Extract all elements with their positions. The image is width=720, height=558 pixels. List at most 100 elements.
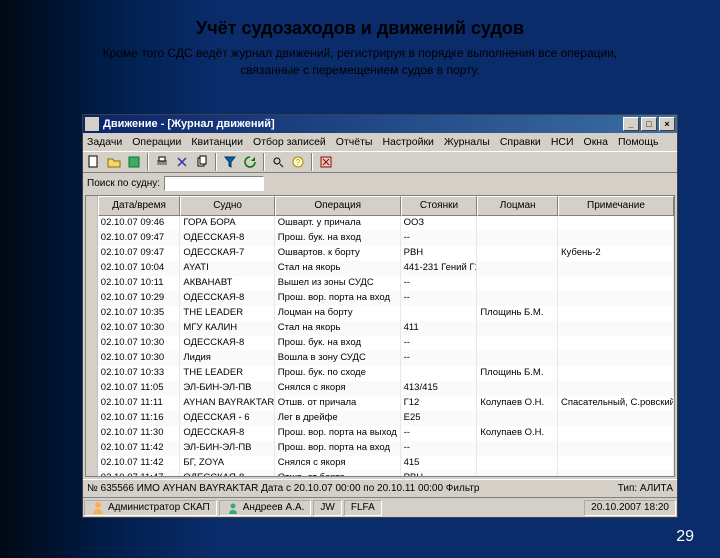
cell: 02.10.07 09:47 (98, 231, 181, 246)
col-note[interactable]: Примечание (558, 196, 674, 216)
table-row[interactable]: 02.10.07 09:47ОДЕССКАЯ-8Прош. бук. на вх… (86, 231, 674, 246)
col-berth[interactable]: Стоянки (401, 196, 478, 216)
cell: Лоцман на борту (275, 306, 401, 321)
cell: РВН (401, 246, 478, 261)
tool-new-icon[interactable] (85, 153, 103, 171)
table-row[interactable]: 02.10.07 11:42БГ, ZOYAСнялся с якоря415 (86, 456, 674, 471)
status-datetime: 20.10.2007 18:20 (584, 500, 676, 516)
table-row[interactable]: 02.10.07 11:05ЭЛ-БИН-ЭЛ-ПВСнялся с якоря… (86, 381, 674, 396)
cell (558, 471, 674, 476)
status-lang: JW (313, 500, 341, 516)
cell: МГУ КАЛИН (180, 321, 274, 336)
cell: THE LEADER (180, 366, 274, 381)
cell (477, 351, 558, 366)
tool-refresh-icon[interactable] (241, 153, 259, 171)
row-marker (86, 441, 98, 456)
menu-5[interactable]: Настройки (382, 136, 434, 148)
tool-open-icon[interactable] (105, 153, 123, 171)
subtitle-line-2: связанные с перемещением судов в порту. (0, 62, 720, 79)
table-row[interactable]: 02.10.07 10:30ОДЕССКАЯ-8Прош. бук. на вх… (86, 336, 674, 351)
table-row[interactable]: 02.10.07 10:35THE LEADERЛоцман на бортуП… (86, 306, 674, 321)
menu-9[interactable]: Окна (584, 136, 608, 148)
menu-3[interactable]: Отбор записей (253, 136, 326, 148)
tool-filter-icon[interactable] (221, 153, 239, 171)
cell (477, 456, 558, 471)
row-marker-header (86, 196, 98, 216)
menu-2[interactable]: Квитанции (191, 136, 243, 148)
menu-10[interactable]: Помощь (618, 136, 659, 148)
menu-6[interactable]: Журналы (444, 136, 490, 148)
cell: Лидия (180, 351, 274, 366)
table-row[interactable]: 02.10.07 10:11АКВАНАВТВышел из зоны СУДС… (86, 276, 674, 291)
table-row[interactable]: 02.10.07 11:16ОДЕССКАЯ - 6Лег в дрейфеЕ2… (86, 411, 674, 426)
cell: 413/415 (401, 381, 478, 396)
titlebar: Движение - [Журнал движений] _ □ × (83, 115, 677, 133)
tool-exit-icon[interactable] (317, 153, 335, 171)
data-grid: Дата/время Судно Операция Стоянки Лоцман… (85, 195, 675, 477)
tool-save-icon[interactable] (125, 153, 143, 171)
cell (477, 216, 558, 231)
cell: THE LEADER (180, 306, 274, 321)
menu-4[interactable]: Отчёты (336, 136, 373, 148)
cell: Вышел из зоны СУДС (275, 276, 401, 291)
cell: -- (401, 291, 478, 306)
tool-help-icon[interactable]: ? (289, 153, 307, 171)
menu-8[interactable]: НСИ (551, 136, 574, 148)
minimize-button[interactable]: _ (623, 117, 639, 131)
cell (401, 306, 478, 321)
row-marker (86, 411, 98, 426)
col-vessel[interactable]: Судно (180, 196, 274, 216)
cell (477, 261, 558, 276)
table-row[interactable]: 02.10.07 09:47ОДЕССКАЯ-7Ошвартов. к борт… (86, 246, 674, 261)
row-marker (86, 396, 98, 411)
table-row[interactable]: 02.10.07 11:11AYHAN BAYRAKTARОтшв. от пр… (86, 396, 674, 411)
table-row[interactable]: 02.10.07 10:33THE LEADERПрош. бук. по сх… (86, 366, 674, 381)
col-pilot[interactable]: Лоцман (477, 196, 558, 216)
row-marker (86, 321, 98, 336)
search-input[interactable] (164, 176, 264, 191)
col-datetime[interactable]: Дата/время (98, 196, 181, 216)
close-button[interactable]: × (659, 117, 675, 131)
cell: 02.10.07 10:11 (98, 276, 181, 291)
maximize-button[interactable]: □ (641, 117, 657, 131)
grid-body[interactable]: 02.10.07 09:46ГОРА БОРАОшварт. у причала… (86, 216, 674, 476)
col-operation[interactable]: Операция (275, 196, 401, 216)
row-marker (86, 231, 98, 246)
cell: -- (401, 336, 478, 351)
menu-0[interactable]: Задачи (87, 136, 122, 148)
cell: 02.10.07 10:35 (98, 306, 181, 321)
table-row[interactable]: 02.10.07 11:30ОДЕССКАЯ-8Прош. вор. порта… (86, 426, 674, 441)
table-row[interactable]: 02.10.07 10:29ОДЕССКАЯ-8Прош. вор. порта… (86, 291, 674, 306)
cell: Прош. вор. порта на вход (275, 291, 401, 306)
tool-cut-icon[interactable] (173, 153, 191, 171)
cell (477, 471, 558, 476)
cell: 02.10.07 11:47 (98, 471, 181, 476)
cell (477, 246, 558, 261)
cell: AYATI (180, 261, 274, 276)
menu-1[interactable]: Операции (132, 136, 181, 148)
tool-print-icon[interactable] (153, 153, 171, 171)
table-row[interactable]: 02.10.07 10:04AYATIСтал на якорь441-231 … (86, 261, 674, 276)
table-row[interactable]: 02.10.07 11:42ЭЛ-БИН-ЭЛ-ПВПрош. вор. пор… (86, 441, 674, 456)
row-marker (86, 456, 98, 471)
row-marker (86, 351, 98, 366)
table-row[interactable]: 02.10.07 11:47ОДЕССКАЯ-8Отшв. от бортаРВ… (86, 471, 674, 476)
toolbar: ? (83, 151, 677, 173)
tool-copy-icon[interactable] (193, 153, 211, 171)
slide-title: Учёт судозаходов и движений судов (0, 18, 720, 39)
cell: Колупаев О.Н. (477, 426, 558, 441)
cell: Прош. бук. на вход (275, 336, 401, 351)
tool-find-icon[interactable] (269, 153, 287, 171)
cell: -- (401, 441, 478, 456)
table-row[interactable]: 02.10.07 10:30ЛидияВошла в зону СУДС-- (86, 351, 674, 366)
cell: Стал на якорь (275, 261, 401, 276)
status-datetime-text: 20.10.2007 18:20 (591, 502, 669, 513)
table-row[interactable]: 02.10.07 09:46ГОРА БОРАОшварт. у причала… (86, 216, 674, 231)
cell: 02.10.07 11:42 (98, 456, 181, 471)
cell: -- (401, 351, 478, 366)
cell (558, 261, 674, 276)
row-marker (86, 216, 98, 231)
menu-7[interactable]: Справки (500, 136, 541, 148)
table-row[interactable]: 02.10.07 10:30МГУ КАЛИНСтал на якорь411 (86, 321, 674, 336)
cell: Г12 (401, 396, 478, 411)
